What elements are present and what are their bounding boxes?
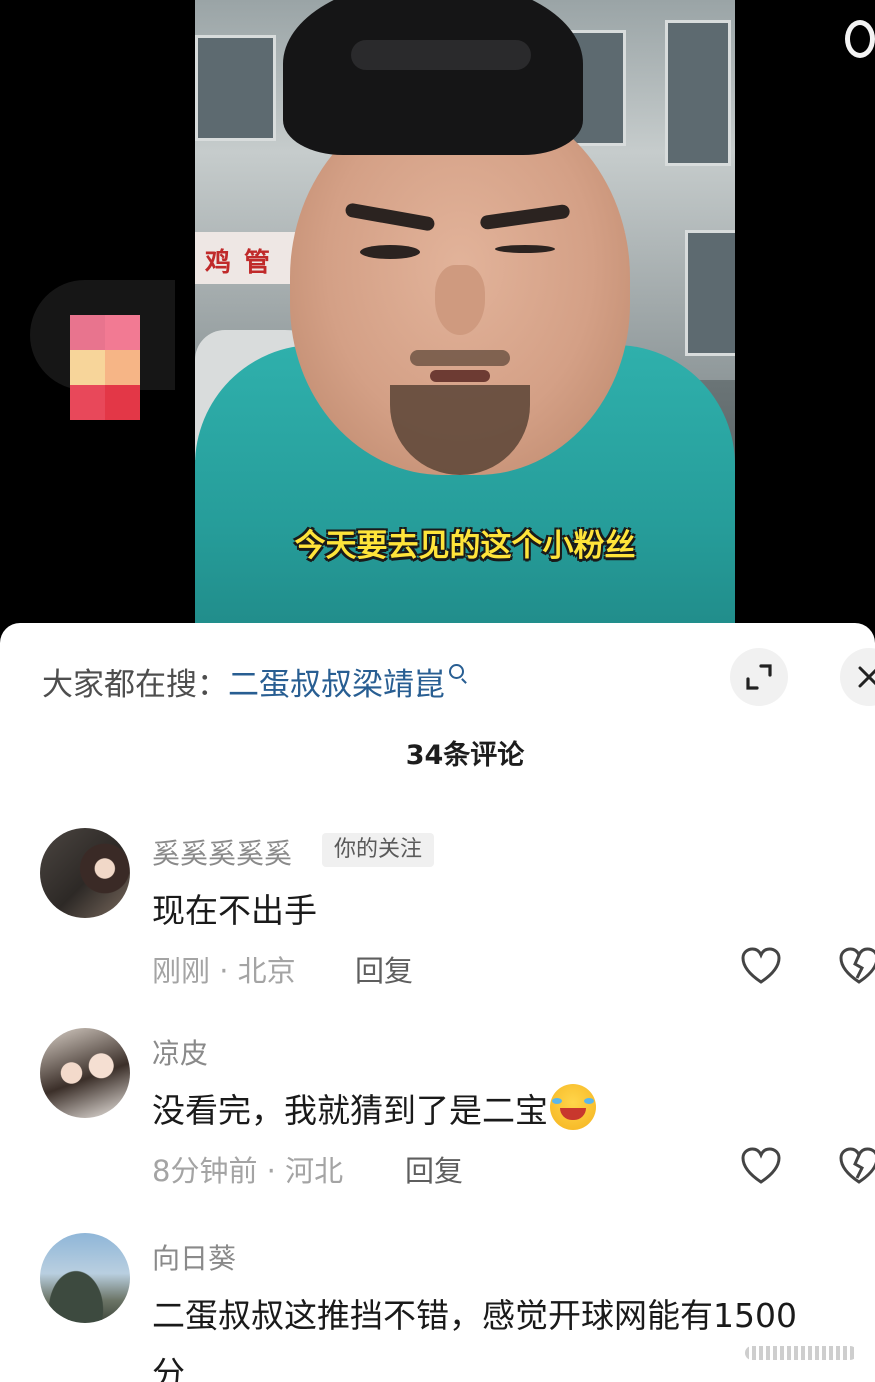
reply-button[interactable]: 回复 xyxy=(355,948,413,990)
comment-text-line-2: 分 xyxy=(152,1354,185,1382)
comment-meta: 8分钟前 · 河北 xyxy=(152,1154,344,1188)
comment-item: 凉皮 没看完，我就猜到了是二宝 8分钟前 · 河北 回复 xyxy=(0,1028,875,1208)
comment-count: 34条评论 xyxy=(405,740,525,771)
reply-button[interactable]: 回复 xyxy=(405,1148,463,1190)
comment-text-content: 没看完，我就猜到了是二宝 xyxy=(152,1091,548,1130)
left-eye xyxy=(360,245,420,259)
comment-item: 向日葵 二蛋叔叔这推挡不错，感觉开球网能有1500 分 xyxy=(0,1233,875,1382)
right-eye xyxy=(495,245,555,253)
comment-meta: 刚刚 · 北京 xyxy=(152,954,296,988)
comment-text-line-1: 二蛋叔叔这推挡不错，感觉开球网能有1500 xyxy=(152,1296,797,1335)
ring-icon[interactable] xyxy=(845,20,875,58)
comment-username[interactable]: 向日葵 xyxy=(152,1237,236,1277)
beard xyxy=(390,385,530,475)
black-cap xyxy=(283,0,583,155)
laughing-emoji-icon xyxy=(550,1084,596,1130)
close-icon xyxy=(858,666,875,688)
mouth xyxy=(430,370,490,382)
trending-search-term[interactable]: 二蛋叔叔梁靖崑 xyxy=(228,667,445,703)
trending-search[interactable]: 大家都在搜：二蛋叔叔梁靖崑 xyxy=(42,659,464,704)
mustache xyxy=(410,350,510,366)
following-badge: 你的关注 xyxy=(322,833,435,867)
comment-sheet: 大家都在搜：二蛋叔叔梁靖崑 34条评论 奚奚奚奚奚 你的关注 现在不出手 刚刚 … xyxy=(0,623,875,1382)
avatar[interactable] xyxy=(40,1028,130,1118)
close-button[interactable] xyxy=(840,648,875,706)
comment-username[interactable]: 凉皮 xyxy=(152,1032,208,1072)
avatar[interactable] xyxy=(40,828,130,918)
shop-sign-text: 鸡 管 xyxy=(205,248,273,278)
avatar[interactable] xyxy=(40,1233,130,1323)
trending-search-label: 大家都在搜： xyxy=(42,667,228,703)
expand-icon xyxy=(746,664,772,690)
video-subtitle: 今天要去见的这个小粉丝 xyxy=(294,528,636,564)
mosaic-avatar[interactable] xyxy=(70,315,140,420)
comment-text: 现在不出手 xyxy=(152,891,317,930)
left-brow xyxy=(344,202,436,232)
search-icon xyxy=(449,664,464,679)
video-frame: 鸡 管 今天要去见的这个小粉丝 xyxy=(195,0,735,640)
heart-icon[interactable] xyxy=(740,946,782,986)
right-brow xyxy=(479,203,571,231)
comment-text: 没看完，我就猜到了是二宝 xyxy=(152,1084,596,1132)
comment-username[interactable]: 奚奚奚奚奚 xyxy=(152,832,292,872)
broken-heart-icon[interactable] xyxy=(838,1146,875,1186)
video-player[interactable]: 鸡 管 今天要去见的这个小粉丝 xyxy=(0,0,875,640)
nose xyxy=(435,265,485,335)
comment-item: 奚奚奚奚奚 你的关注 现在不出手 刚刚 · 北京 回复 xyxy=(0,828,875,1008)
heart-icon[interactable] xyxy=(740,1146,782,1186)
broken-heart-icon[interactable] xyxy=(838,946,875,986)
expand-button[interactable] xyxy=(730,648,788,706)
watermark-bar xyxy=(745,1346,857,1360)
cap-strap xyxy=(351,40,531,70)
